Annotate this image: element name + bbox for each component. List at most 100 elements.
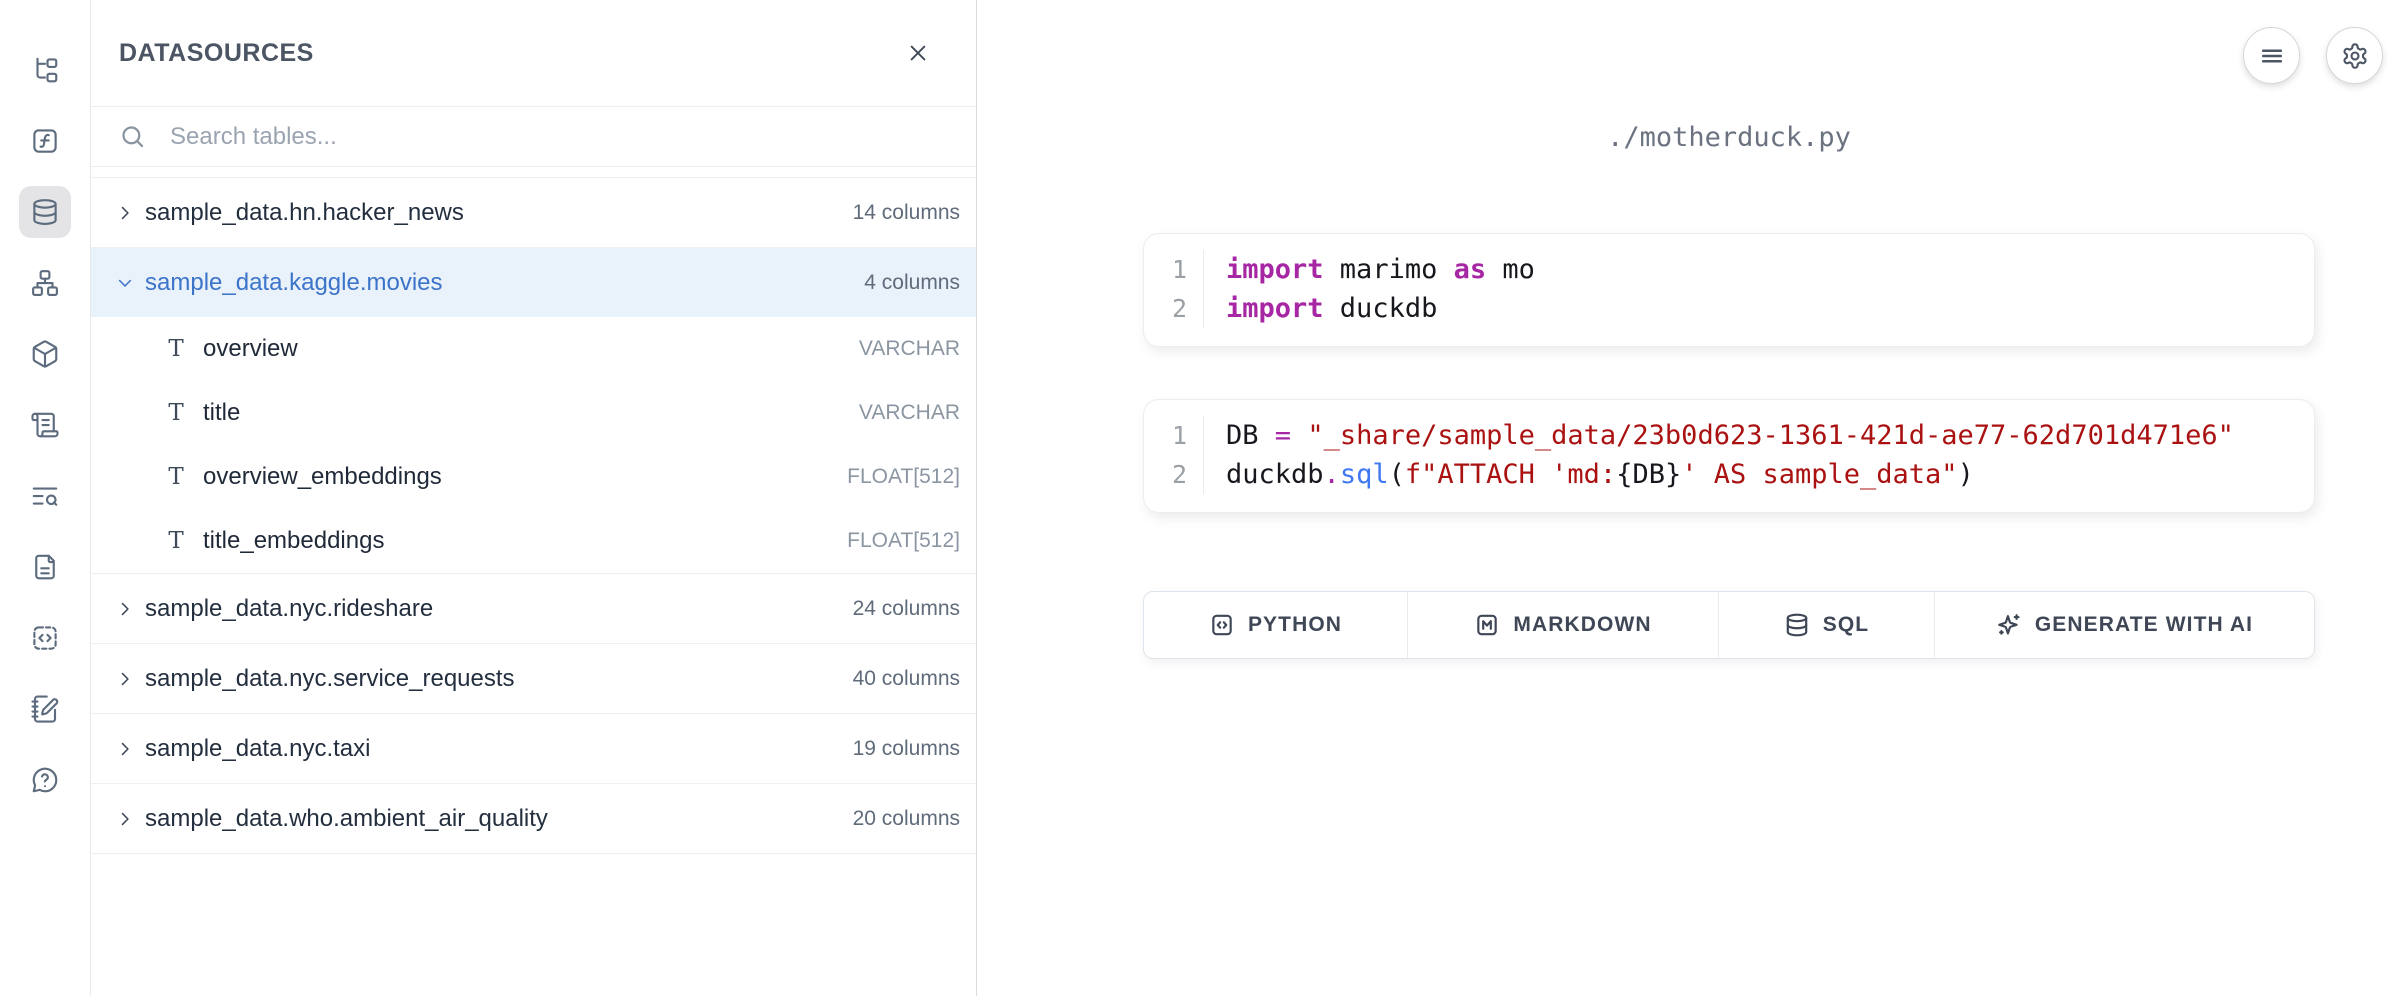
panel-header: DATASOURCES xyxy=(91,0,976,107)
table-name: sample_data.who.ambient_air_quality xyxy=(145,805,548,833)
sidebar-item-variables[interactable] xyxy=(19,115,71,167)
column-row[interactable]: TtitleVARCHAR xyxy=(91,381,976,445)
sidebar-item-documentation[interactable] xyxy=(19,541,71,593)
file-tree-icon xyxy=(30,55,60,85)
table-columns-count: 4 columns xyxy=(864,271,960,295)
database-icon xyxy=(30,197,60,227)
column-type: FLOAT[512] xyxy=(847,465,960,489)
column-name: overview xyxy=(203,335,298,363)
menu-icon xyxy=(2258,42,2286,70)
scroll-icon xyxy=(30,410,60,440)
column-type-icon: T xyxy=(165,464,187,490)
file-text-icon xyxy=(30,552,60,582)
code-line: duckdb.sql(f"ATTACH 'md:{DB}' AS sample_… xyxy=(1226,455,2234,494)
menu-button[interactable] xyxy=(2243,27,2300,84)
code-token: duckdb xyxy=(1324,293,1438,324)
column-row[interactable]: Toverview_embeddings FLOAT[512] xyxy=(91,445,976,509)
column-type: VARCHAR xyxy=(859,401,960,425)
close-panel-button[interactable] xyxy=(900,35,936,71)
code-token: = xyxy=(1275,420,1291,451)
code-token: ( xyxy=(1389,459,1405,490)
topbar-actions xyxy=(2243,27,2383,84)
code-token: DB xyxy=(1226,420,1275,451)
text-search-icon xyxy=(30,481,60,511)
code-token: duckdb xyxy=(1226,459,1324,490)
sidebar-item-logs[interactable] xyxy=(19,399,71,451)
list-divider xyxy=(91,853,976,854)
table-columns-count: 24 columns xyxy=(853,597,960,621)
chat-question-icon xyxy=(30,765,60,795)
settings-button[interactable] xyxy=(2326,27,2383,84)
code-token: f"ATTACH 'md: xyxy=(1405,459,1616,490)
code-token: mo xyxy=(1486,254,1535,285)
search-input[interactable] xyxy=(168,122,952,152)
line-numbers: 12 xyxy=(1144,250,1204,328)
table-row[interactable]: sample_data.who.ambient_air_quality20 co… xyxy=(91,783,976,853)
code-token: ) xyxy=(1958,459,1974,490)
code-token: marimo xyxy=(1324,254,1454,285)
chevron-right-icon xyxy=(115,669,135,689)
code-token: sql xyxy=(1340,459,1389,490)
column-row[interactable]: ToverviewVARCHAR xyxy=(91,317,976,381)
code-line: import duckdb xyxy=(1226,289,1535,328)
database-icon xyxy=(1784,612,1810,638)
notebook-filename[interactable]: ./motherduck.py xyxy=(1143,122,2315,153)
chevron-right-icon xyxy=(115,599,135,619)
notebook-pen-icon xyxy=(30,694,60,724)
table-columns-count: 40 columns xyxy=(853,667,960,691)
sidebar-item-dependencies[interactable] xyxy=(19,257,71,309)
sidebar-item-help[interactable] xyxy=(19,754,71,806)
python-code-icon xyxy=(1209,612,1235,638)
code-token: ' AS sample_data" xyxy=(1681,459,1957,490)
table-row[interactable]: sample_data.kaggle.movies4 columns xyxy=(91,247,976,317)
code-token: "_share/sample_data/23b0d623-1361-421d-a… xyxy=(1307,420,2234,451)
add-markdown-cell-button[interactable]: MARKDOWN xyxy=(1408,592,1719,658)
code-cell[interactable]: 12 DB = "_share/sample_data/23b0d623-1361… xyxy=(1143,399,2315,513)
network-icon xyxy=(30,268,60,298)
table-name: sample_data.nyc.service_requests xyxy=(145,665,515,693)
settings-icon xyxy=(2341,42,2369,70)
line-number: 2 xyxy=(1144,289,1187,328)
table-row[interactable]: sample_data.nyc.taxi 19 columns xyxy=(91,713,976,783)
add-sql-cell-button[interactable]: SQL xyxy=(1719,592,1935,658)
generate-with-ai-button[interactable]: GENERATE WITH AI xyxy=(1935,592,2314,658)
add-cell-bar: PYTHON MARKDOWN SQL GENERATE WITH AI xyxy=(1143,591,2315,659)
code-line: import marimo as mo xyxy=(1226,250,1535,289)
sidebar-item-scratchpad[interactable] xyxy=(19,683,71,735)
column-name: overview_embeddings xyxy=(203,463,442,491)
sidebar-item-files[interactable] xyxy=(19,44,71,96)
column-row[interactable]: Ttitle_embeddingsFLOAT[512] xyxy=(91,509,976,573)
code-square-icon xyxy=(30,623,60,653)
panel-title: DATASOURCES xyxy=(119,39,314,68)
add-sql-cell-button-label: SQL xyxy=(1823,613,1869,637)
code-line: DB = "_share/sample_data/23b0d623-1361-4… xyxy=(1226,416,2234,455)
column-type-icon: T xyxy=(165,400,187,426)
table-row[interactable]: sample_data.nyc.service_requests 40 colum… xyxy=(91,643,976,713)
add-markdown-cell-button-label: MARKDOWN xyxy=(1513,613,1651,637)
column-type-icon: T xyxy=(165,528,187,554)
sidebar-item-packages[interactable] xyxy=(19,328,71,380)
sidebar-item-datasources[interactable] xyxy=(19,186,71,238)
table-row[interactable]: sample_data.nyc.rideshare24 columns xyxy=(91,573,976,643)
table-columns-count: 19 columns xyxy=(853,737,960,761)
line-numbers: 12 xyxy=(1144,416,1204,494)
sidebar-item-search-logs[interactable] xyxy=(19,470,71,522)
chevron-down-icon xyxy=(115,273,135,293)
code-cell[interactable]: 12 import marimo as moimport duckdb xyxy=(1143,233,2315,347)
code-token: import xyxy=(1226,254,1324,285)
code-editor: DB = "_share/sample_data/23b0d623-1361-4… xyxy=(1204,416,2234,494)
line-number: 1 xyxy=(1144,416,1187,455)
chevron-right-icon xyxy=(115,203,135,223)
table-name: sample_data.hn.hacker_news xyxy=(145,199,464,227)
activity-bar xyxy=(0,0,91,996)
table-row[interactable]: sample_data.hn.hacker_news14 columns xyxy=(91,177,976,247)
table-name: sample_data.nyc.taxi xyxy=(145,735,370,763)
notebook-area: ./motherduck.py 12import marimo as moimp… xyxy=(977,0,2399,996)
datasources-panel: DATASOURCES sample_data.hn.hacker_news14… xyxy=(91,0,977,996)
sidebar-item-snippets[interactable] xyxy=(19,612,71,664)
markdown-icon xyxy=(1474,612,1500,638)
code-token: . xyxy=(1324,459,1340,490)
add-python-cell-button[interactable]: PYTHON xyxy=(1144,592,1408,658)
chevron-right-icon xyxy=(115,809,135,829)
column-name: title_embeddings xyxy=(203,527,384,555)
